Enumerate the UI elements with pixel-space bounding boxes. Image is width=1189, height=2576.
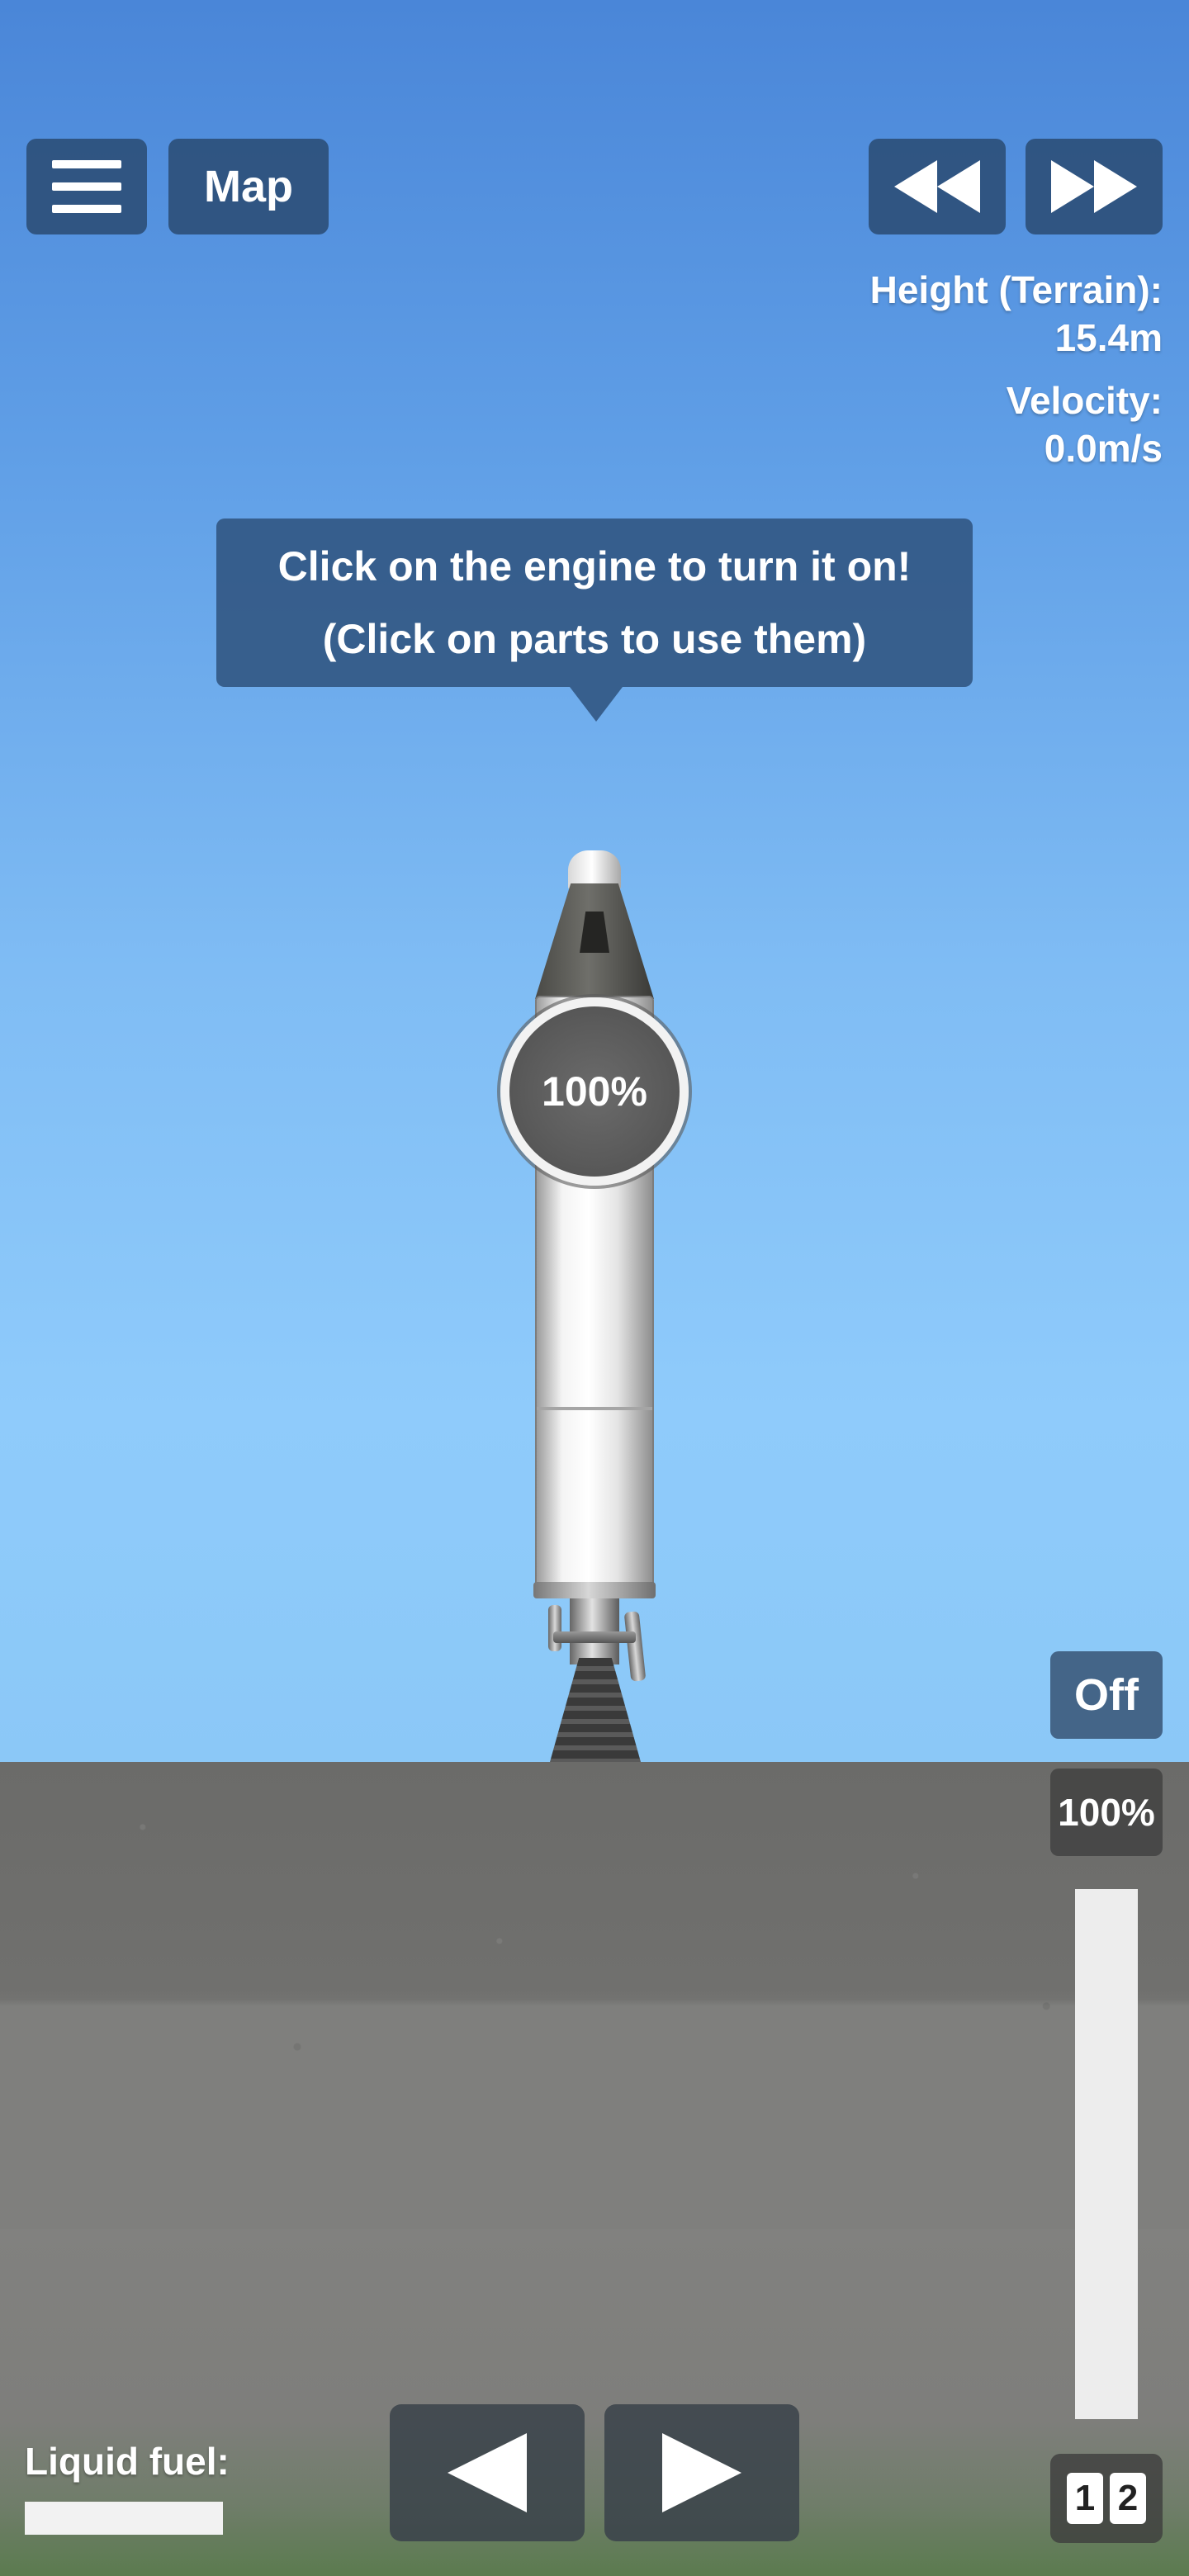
triangle-left-icon (448, 2433, 527, 2512)
stage-indicator[interactable]: 1 2 (1050, 2454, 1163, 2543)
rotate-left-button[interactable] (390, 2404, 585, 2541)
velocity-value: 0.0m/s (1044, 427, 1163, 470)
menu-button[interactable] (26, 139, 147, 234)
stage-number-2: 2 (1110, 2473, 1146, 2524)
rewind-icon (894, 160, 980, 213)
engine-bracket (553, 1631, 636, 1643)
rocket-tank-base (533, 1582, 656, 1598)
rocket-tank-seam (537, 1407, 652, 1410)
engine-pipe-left (548, 1605, 561, 1651)
throttle-slider-fill (1075, 1889, 1138, 2419)
telemetry-panel: Height (Terrain): 15.4m Velocity: 0.0m/s (783, 266, 1163, 472)
tooltip-arrow (570, 687, 623, 722)
hamburger-icon (52, 160, 121, 213)
fast-forward-icon (1051, 160, 1137, 213)
pod-throttle-badge[interactable]: 100% (500, 997, 689, 1186)
rewind-button[interactable] (869, 139, 1006, 234)
throttle-slider[interactable] (1075, 1889, 1138, 2419)
fast-forward-button[interactable] (1026, 139, 1163, 234)
hint-line-2: (Click on parts to use them) (322, 616, 867, 662)
engine-toggle-button[interactable]: Off (1050, 1651, 1163, 1739)
throttle-percent-readout: 100% (1050, 1769, 1163, 1856)
map-button[interactable]: Map (168, 139, 329, 234)
height-value: 15.4m (1054, 316, 1163, 359)
triangle-right-icon (662, 2433, 741, 2512)
stage-number-1: 1 (1067, 2473, 1103, 2524)
velocity-label: Velocity: (1006, 379, 1163, 422)
hint-line-1: Click on the engine to turn it on! (277, 543, 912, 590)
liquid-fuel-bar-fill (25, 2502, 223, 2535)
rotate-right-button[interactable] (604, 2404, 799, 2541)
hint-tooltip: Click on the engine to turn it on! (Clic… (216, 519, 973, 687)
liquid-fuel-label: Liquid fuel: (25, 2440, 230, 2483)
liquid-fuel-bar (25, 2502, 223, 2535)
height-label: Height (Terrain): (869, 268, 1163, 311)
